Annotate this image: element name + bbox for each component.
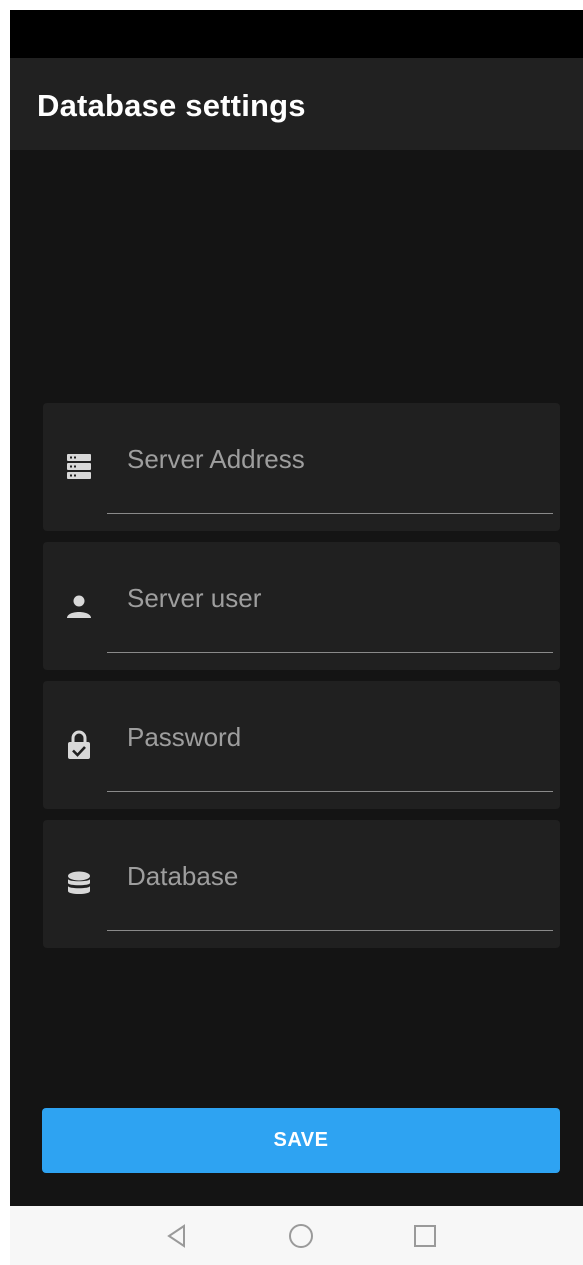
field-underline — [107, 513, 553, 514]
server-user-field[interactable] — [43, 542, 560, 670]
server-address-input[interactable] — [127, 441, 547, 477]
status-bar — [10, 10, 583, 58]
server-address-field[interactable] — [43, 403, 560, 531]
server-user-input[interactable] — [127, 580, 547, 616]
database-input[interactable] — [127, 858, 547, 894]
field-underline — [107, 930, 553, 931]
password-input[interactable] — [127, 719, 547, 755]
page-title: Database settings — [37, 88, 306, 123]
app-bar: Database settings — [10, 58, 583, 150]
device-screen: Database settings Server Address Server … — [10, 10, 583, 1265]
database-field[interactable] — [43, 820, 560, 948]
recents-icon[interactable] — [403, 1216, 447, 1256]
field-underline — [107, 791, 553, 792]
system-nav-bar — [10, 1206, 583, 1265]
person-icon — [61, 588, 97, 624]
server-icon — [61, 449, 97, 485]
field-underline — [107, 652, 553, 653]
save-button[interactable]: SAVE — [42, 1108, 560, 1173]
database-icon — [61, 866, 97, 902]
back-icon[interactable] — [155, 1216, 199, 1256]
home-icon[interactable] — [279, 1216, 323, 1256]
password-field[interactable] — [43, 681, 560, 809]
lock-check-icon — [61, 727, 97, 763]
